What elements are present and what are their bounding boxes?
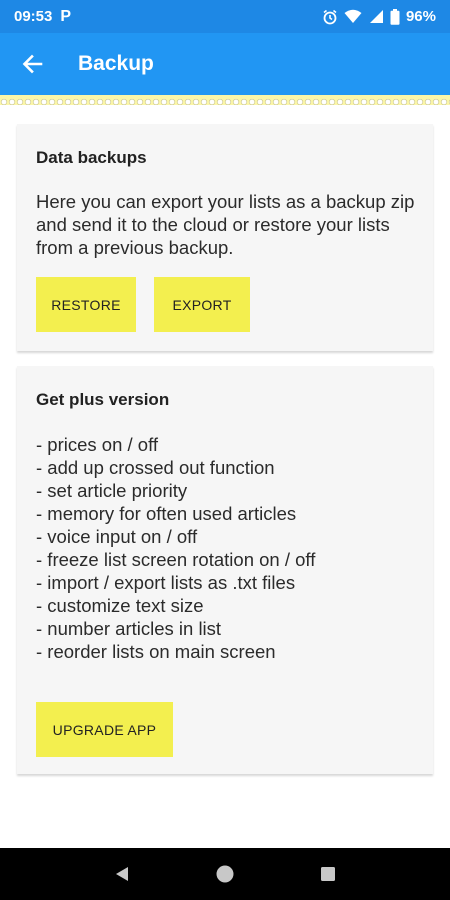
parking-notification-icon: P: [60, 7, 72, 25]
upgrade-app-button[interactable]: UPGRADE APP: [36, 702, 173, 757]
home-circle-icon: [216, 865, 234, 883]
recents-square-icon: [321, 867, 336, 881]
status-bar: 09:53 P 96%: [0, 0, 450, 33]
alarm-icon: [322, 9, 338, 25]
back-button[interactable]: [0, 33, 64, 95]
nav-home-button[interactable]: [203, 852, 247, 896]
system-nav-bar: [0, 848, 450, 900]
content-area: Data backups Here you can export your li…: [0, 105, 450, 848]
status-icons: 96%: [322, 8, 436, 25]
plus-version-title: Get plus version: [36, 390, 170, 409]
feature-item: - number articles in list: [36, 618, 222, 639]
restore-button[interactable]: RESTORE: [36, 277, 136, 332]
status-time: 09:53: [14, 8, 53, 25]
feature-list: - prices on / off - add up crossed out f…: [36, 433, 315, 663]
nav-recents-button[interactable]: [306, 852, 350, 896]
feature-item: - memory for often used articles: [36, 503, 297, 524]
feature-item: - customize text size: [36, 595, 204, 616]
arrow-left-icon: [22, 54, 43, 74]
battery-icon: [390, 8, 400, 25]
wifi-icon: [344, 9, 362, 24]
battery-percent: 96%: [405, 8, 436, 25]
feature-item: - freeze list screen rotation on / off: [36, 549, 316, 570]
feature-item: - prices on / off: [36, 434, 159, 455]
decorative-scalloped-border: [0, 95, 450, 105]
plus-version-card: Get plus version - prices on / off - add…: [17, 366, 433, 774]
feature-item: - import / export lists as .txt files: [36, 572, 296, 593]
page-title: Backup: [78, 52, 154, 75]
feature-item: - voice input on / off: [36, 526, 198, 547]
signal-icon: [368, 9, 384, 24]
export-button[interactable]: EXPORT: [154, 277, 250, 332]
app-bar: Backup: [0, 33, 450, 95]
nav-back-button[interactable]: [100, 852, 144, 896]
data-backups-card: Data backups Here you can export your li…: [17, 124, 433, 351]
data-backups-title: Data backups: [36, 148, 147, 167]
feature-item: - add up crossed out function: [36, 457, 275, 478]
feature-item: - set article priority: [36, 480, 188, 501]
data-backups-description: Here you can export your lists as a back…: [36, 191, 415, 258]
back-triangle-icon: [115, 867, 128, 881]
feature-item: - reorder lists on main screen: [36, 641, 276, 662]
